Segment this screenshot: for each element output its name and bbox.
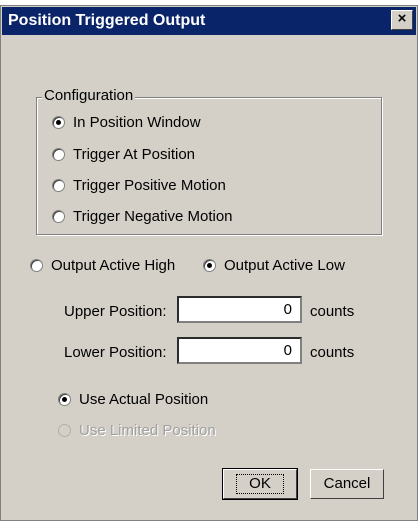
upper-position-units: counts xyxy=(310,303,355,320)
radio-label: Output Active High xyxy=(51,257,176,274)
radio-label: Output Active Low xyxy=(224,257,345,274)
radio-use-limited-position: Use Limited Position xyxy=(58,422,216,439)
radio-label: Trigger Negative Motion xyxy=(73,208,233,225)
radio-label: Use Actual Position xyxy=(79,391,209,408)
radio-button[interactable] xyxy=(52,116,65,129)
configuration-legend: Configuration xyxy=(42,87,136,104)
radio-label: Use Limited Position xyxy=(79,422,216,439)
radio-label: In Position Window xyxy=(73,114,201,131)
radio-use-actual-position[interactable]: Use Actual Position xyxy=(58,391,208,408)
close-button[interactable]: × xyxy=(391,10,413,30)
radio-trigger-at-position[interactable]: Trigger At Position xyxy=(52,146,195,163)
ok-button-label: OK xyxy=(236,474,284,494)
radio-button[interactable] xyxy=(30,259,43,272)
close-icon: × xyxy=(397,10,407,27)
radio-button[interactable] xyxy=(52,179,65,192)
ok-button[interactable]: OK xyxy=(222,468,298,500)
upper-position-label: Upper Position: xyxy=(64,303,167,320)
radio-button xyxy=(58,424,71,437)
cancel-button[interactable]: Cancel xyxy=(310,469,384,499)
radio-label: Trigger Positive Motion xyxy=(73,177,226,194)
radio-output-active-high[interactable]: Output Active High xyxy=(30,257,175,274)
dialog-title: Position Triggered Output xyxy=(8,12,206,29)
cancel-button-label: Cancel xyxy=(323,475,371,492)
upper-position-input[interactable]: 0 xyxy=(177,296,302,323)
lower-position-label: Lower Position: xyxy=(64,344,167,361)
radio-button[interactable] xyxy=(58,393,71,406)
lower-position-input[interactable]: 0 xyxy=(177,337,302,364)
radio-button[interactable] xyxy=(52,148,65,161)
title-bar[interactable]: Position Triggered Output × xyxy=(2,7,416,35)
radio-in-position-window[interactable]: In Position Window xyxy=(52,114,201,131)
radio-output-active-low[interactable]: Output Active Low xyxy=(203,257,345,274)
radio-button[interactable] xyxy=(52,210,65,223)
lower-position-units: counts xyxy=(310,344,355,361)
radio-trigger-negative-motion[interactable]: Trigger Negative Motion xyxy=(52,208,233,225)
radio-trigger-positive-motion[interactable]: Trigger Positive Motion xyxy=(52,177,226,194)
radio-label: Trigger At Position xyxy=(73,146,195,163)
radio-button[interactable] xyxy=(203,259,216,272)
